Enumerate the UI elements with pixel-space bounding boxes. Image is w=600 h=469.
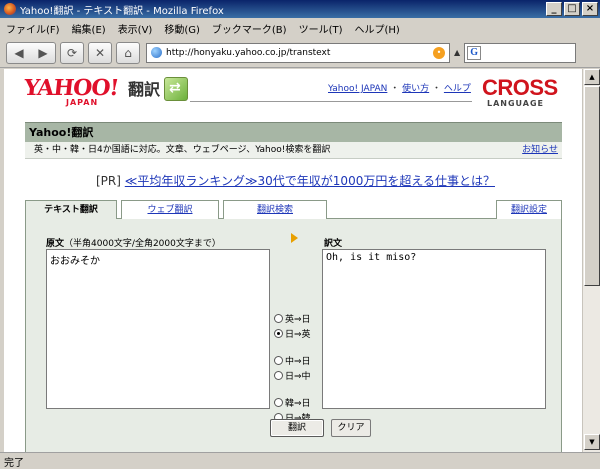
url-bar[interactable]: http://honyaku.yahoo.co.jp/transtext •: [146, 42, 450, 63]
search-box[interactable]: G: [464, 42, 577, 63]
service-title-bar: Yahoo!翻訳: [25, 122, 562, 142]
reload-icon: ⟳: [66, 45, 78, 60]
reload-button[interactable]: ⟳: [60, 41, 84, 64]
link-separator: ・: [432, 84, 442, 94]
radio-button-checked-icon[interactable]: [274, 329, 283, 338]
pr-tag: [PR]: [96, 174, 121, 188]
back-forward-button[interactable]: ◀ ▶: [6, 41, 56, 64]
radio-label: 中⇒日: [285, 357, 311, 367]
source-text-input[interactable]: おおみそか: [46, 249, 270, 409]
menu-go[interactable]: 移動(G): [164, 21, 200, 36]
menu-bookmarks[interactable]: ブックマーク(B): [212, 21, 287, 36]
forward-arrow-icon[interactable]: ▶: [38, 46, 47, 60]
target-label: 訳文: [324, 239, 343, 249]
menu-tools[interactable]: ツール(T): [299, 21, 343, 36]
menu-view[interactable]: 表示(V): [118, 21, 153, 36]
tab-text-translation[interactable]: テキスト翻訳: [25, 200, 117, 220]
menu-file[interactable]: ファイル(F): [6, 21, 60, 36]
radio-ja-en[interactable]: 日⇒英: [274, 326, 320, 341]
close-button[interactable]: ×: [582, 2, 598, 16]
menu-help[interactable]: ヘルプ(H): [355, 21, 400, 36]
tab-translation-settings[interactable]: 翻訳設定: [496, 200, 562, 219]
radio-en-ja[interactable]: 英⇒日: [274, 311, 320, 326]
radio-ko-ja[interactable]: 韓⇒日: [274, 395, 320, 410]
service-logo-text: 翻訳: [128, 80, 161, 99]
direction-arrow-icon: [291, 233, 298, 243]
radio-button-icon[interactable]: [274, 356, 283, 365]
radio-label: 日⇒中: [285, 372, 311, 382]
home-icon: ⌂: [124, 45, 132, 60]
tab-translation-search[interactable]: 翻訳検索: [223, 200, 327, 219]
firefox-icon: [4, 3, 16, 15]
link-help[interactable]: ヘルプ: [444, 84, 471, 94]
tab-web-translation[interactable]: ウェブ翻訳: [121, 200, 219, 219]
tab-translation-search-link[interactable]: 翻訳検索: [257, 205, 293, 215]
source-label: 原文（半角4000文字/全角2000文字まで）: [46, 236, 221, 249]
maximize-button[interactable]: □: [564, 2, 580, 16]
radio-label: 英⇒日: [285, 315, 311, 325]
menu-edit[interactable]: 編集(E): [72, 21, 106, 36]
status-bar: 完了: [0, 452, 600, 469]
url-text[interactable]: http://honyaku.yahoo.co.jp/transtext: [166, 48, 433, 58]
service-description: 英・中・韓・日4か国語に対応。文章、ウェブページ、Yahoo!検索を翻訳: [34, 145, 331, 155]
back-arrow-icon[interactable]: ◀: [14, 46, 23, 60]
link-usage[interactable]: 使い方: [402, 84, 429, 94]
stop-button[interactable]: ✕: [88, 41, 112, 64]
target-text-output[interactable]: Oh, is it miso?: [322, 249, 546, 409]
stop-icon: ✕: [94, 45, 106, 60]
vertical-scrollbar[interactable]: ▲ ▼: [582, 69, 600, 452]
cross-language-logo[interactable]: CROSS: [482, 75, 558, 101]
window-title: Yahoo!翻訳 - テキスト翻訳 - Mozilla Firefox: [20, 5, 224, 17]
menu-bar: ファイル(F) 編集(E) 表示(V) 移動(G) ブックマーク(B) ツール(…: [0, 18, 600, 38]
site-globe-icon: [151, 47, 162, 58]
service-info-bar: 英・中・韓・日4か国語に対応。文章、ウェブページ、Yahoo!検索を翻訳 お知ら…: [25, 142, 562, 159]
translate-button[interactable]: 翻訳: [270, 419, 324, 437]
notice-link[interactable]: お知らせ: [522, 142, 558, 158]
pr-link[interactable]: ≪平均年収ランキング≫30代で年収が1000万円を超える仕事とは？: [125, 174, 495, 188]
link-separator: ・: [390, 84, 400, 94]
radio-zh-ja[interactable]: 中⇒日: [274, 353, 320, 368]
yahoo-japan-logo-text: JAPAN: [66, 98, 99, 107]
url-dropdown-icon[interactable]: ▲: [454, 48, 460, 57]
tab-web-translation-link[interactable]: ウェブ翻訳: [147, 205, 192, 215]
header-divider: [190, 101, 472, 102]
link-yahoo-japan[interactable]: Yahoo! JAPAN: [328, 84, 387, 94]
scroll-thumb[interactable]: [584, 86, 600, 286]
scroll-up-arrow-icon[interactable]: ▲: [584, 69, 600, 85]
source-label-text: 原文: [46, 239, 65, 249]
window-titlebar: Yahoo!翻訳 - テキスト翻訳 - Mozilla Firefox _ □ …: [0, 0, 600, 18]
language-direction-group: 英⇒日 日⇒英 中⇒日 日⇒中 韓⇒日 日⇒韓: [274, 311, 320, 425]
rss-feed-icon[interactable]: •: [433, 46, 445, 59]
radio-button-icon[interactable]: [274, 371, 283, 380]
clear-button[interactable]: クリア: [331, 419, 371, 437]
translation-tabs: テキスト翻訳 ウェブ翻訳 翻訳検索 翻訳設定: [25, 200, 562, 220]
navigation-toolbar: ◀ ▶ ⟳ ✕ ⌂ http://honyaku.yahoo.co.jp/tra…: [0, 38, 600, 68]
google-search-icon[interactable]: G: [467, 45, 482, 60]
page-viewport: YAHOO! JAPAN 翻訳 Yahoo! JAPAN ・ 使い方 ・ ヘルプ…: [4, 69, 582, 452]
source-limit-hint: （半角4000文字/全角2000文字まで）: [64, 239, 221, 249]
home-button[interactable]: ⌂: [116, 41, 140, 64]
tab-translation-settings-link[interactable]: 翻訳設定: [511, 205, 547, 215]
translation-panel: 原文（半角4000文字/全角2000文字まで） 訳文 おおみそか Oh, is …: [25, 219, 562, 452]
scroll-down-arrow-icon[interactable]: ▼: [584, 434, 600, 450]
radio-ja-zh[interactable]: 日⇒中: [274, 368, 320, 383]
translate-logo-icon: [164, 77, 188, 101]
cross-language-logo-sub: LANGUAGE: [487, 99, 545, 108]
radio-button-icon[interactable]: [274, 314, 283, 323]
pr-banner: [PR] ≪平均年収ランキング≫30代で年収が1000万円を超える仕事とは？: [96, 172, 495, 189]
radio-label: 日⇒英: [285, 330, 311, 340]
radio-button-icon[interactable]: [274, 398, 283, 407]
header-links: Yahoo! JAPAN ・ 使い方 ・ ヘルプ: [328, 81, 471, 94]
minimize-button[interactable]: _: [546, 2, 562, 16]
radio-label: 韓⇒日: [285, 399, 311, 409]
status-text: 完了: [4, 457, 24, 469]
